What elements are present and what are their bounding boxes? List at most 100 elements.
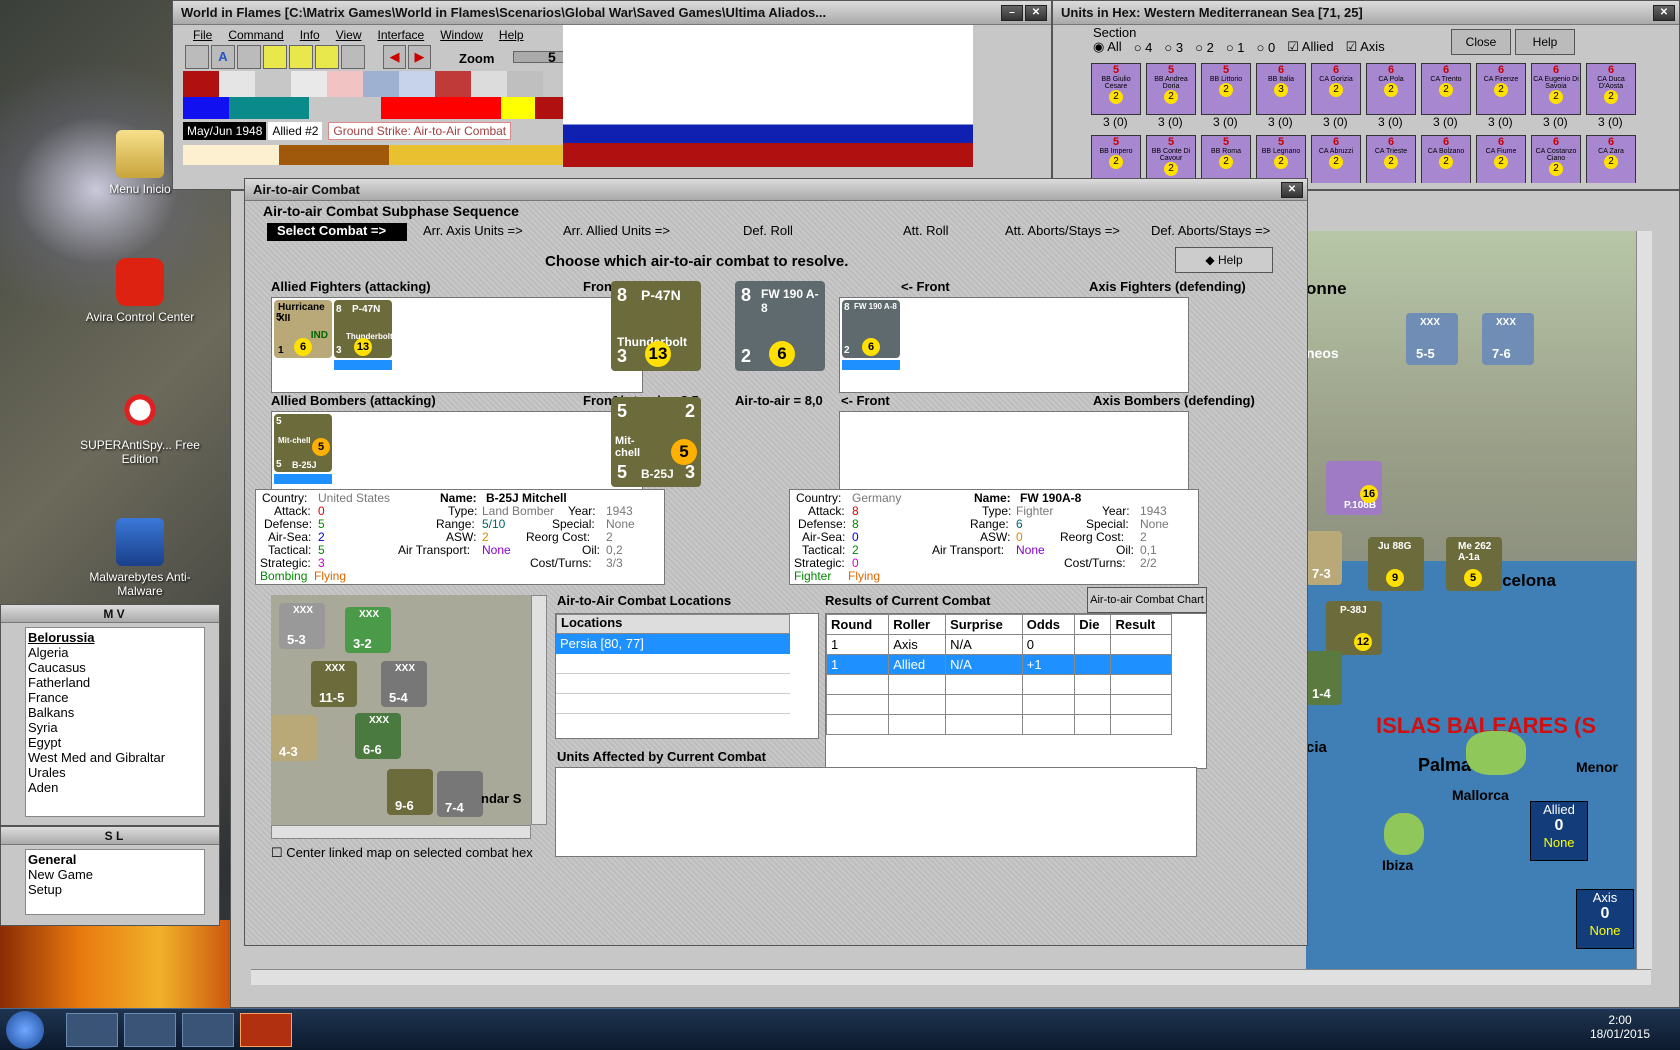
wif-taskbar-icon[interactable] xyxy=(240,1013,292,1047)
map-unit[interactable]: Me 262 A-1a 5 xyxy=(1446,537,1502,591)
firefox-taskbar-icon[interactable] xyxy=(182,1013,234,1047)
minimap-unit[interactable]: XXX 5-3 xyxy=(279,603,325,649)
ship-counter[interactable]: 6 CA Duca D'Aosta 2 xyxy=(1586,63,1636,115)
ship-counter[interactable]: 6 CA Eugenio Di Savoia 2 xyxy=(1531,63,1581,115)
allied-fighter-counter[interactable]: P-47N 8 Thunderbolt 3 13 xyxy=(334,300,393,358)
close-icon[interactable]: ✕ xyxy=(1025,4,1047,21)
map-horizontal-scrollbar[interactable] xyxy=(251,969,1651,985)
minimap-horizontal-scrollbar[interactable] xyxy=(271,825,531,839)
ship-counter[interactable]: 5 BB Roma 2 xyxy=(1201,135,1251,183)
minimap-unit[interactable]: 9-6 xyxy=(387,769,433,815)
toolbar-button[interactable] xyxy=(289,45,313,69)
ship-counter[interactable]: 6 CA Fiume 2 xyxy=(1476,135,1526,183)
ship-counter[interactable]: 6 CA Trieste 2 xyxy=(1366,135,1416,183)
list-item[interactable]: Caucasus xyxy=(28,660,202,675)
ship-counter[interactable]: 6 CA Zara 2 xyxy=(1586,135,1636,183)
axis-checkbox[interactable]: ☑ Axis xyxy=(1346,39,1385,55)
flag-germany-icon[interactable] xyxy=(183,71,219,97)
close-icon[interactable]: ✕ xyxy=(1281,181,1303,198)
units-window-titlebar[interactable]: Units in Hex: Western Mediterranean Sea … xyxy=(1053,1,1679,25)
toolbar-button[interactable] xyxy=(237,45,261,69)
allied-checkbox[interactable]: ☑ Allied xyxy=(1287,39,1333,55)
menu-help[interactable]: Help xyxy=(499,28,524,42)
list-item[interactable]: Algeria xyxy=(28,645,202,660)
ship-counter[interactable]: 5 BB Legnano 2 xyxy=(1256,135,1306,183)
list-item[interactable]: France xyxy=(28,690,202,705)
front-axis-fighter-counter[interactable]: 8 FW 190 A-8 2 6 xyxy=(735,281,825,371)
air-combat-chart-button[interactable]: Air-to-air Combat Chart xyxy=(1087,587,1207,613)
ship-counter[interactable]: 6 CA Bolzano 2 xyxy=(1421,135,1471,183)
front-allied-fighter-counter[interactable]: 8 P-47N Thunderbolt 3 13 xyxy=(611,281,701,371)
minimap-unit[interactable]: XXX 5-4 xyxy=(381,661,427,707)
table-row[interactable]: 1 Allied N/A +1 xyxy=(825,654,1172,675)
mv-panel-titlebar[interactable]: M V xyxy=(1,605,219,623)
map-unit[interactable]: Ju 88G 9 xyxy=(1368,537,1424,591)
radio-3[interactable]: ○ 3 xyxy=(1164,40,1183,55)
location-row[interactable]: Persia [80, 77] xyxy=(556,634,790,654)
minimap-unit[interactable]: XXX 3-2 xyxy=(345,607,391,653)
table-row[interactable]: 1 Axis N/A 0 xyxy=(825,634,1172,655)
toolbar-button[interactable] xyxy=(315,45,339,69)
flag-icon[interactable] xyxy=(341,45,365,69)
flag-icon[interactable] xyxy=(219,71,255,97)
ship-counter[interactable]: 5 BB Impero 2 xyxy=(1091,135,1141,183)
minimap-unit[interactable]: XXX 11-5 xyxy=(311,661,357,707)
radio-all[interactable]: ◉ All xyxy=(1093,39,1122,55)
list-item[interactable]: Fatherland xyxy=(28,675,202,690)
flag-icon[interactable] xyxy=(399,71,435,97)
minimize-button[interactable]: – xyxy=(1001,4,1023,21)
toolbar-button[interactable] xyxy=(263,45,287,69)
ship-counter[interactable]: 6 CA Abruzzi 2 xyxy=(1311,135,1361,183)
main-window-titlebar[interactable]: World in Flames [C:\Matrix Games\World i… xyxy=(173,1,1051,25)
radio-1[interactable]: ○ 1 xyxy=(1226,40,1245,55)
ship-counter[interactable]: 6 CA Costanzo Ciano 2 xyxy=(1531,135,1581,183)
close-button[interactable]: Close xyxy=(1451,29,1511,55)
desktop-icon-superantispyware[interactable]: SUPERAntiSpy... Free Edition xyxy=(80,386,200,466)
help-button[interactable]: ◆ Help xyxy=(1175,247,1273,273)
list-item[interactable]: Urales xyxy=(28,765,202,780)
app-taskbar-icon[interactable] xyxy=(124,1013,176,1047)
map-unit[interactable]: XXX 7-6 xyxy=(1482,313,1534,365)
map-unit[interactable]: P.108B 16 xyxy=(1326,461,1382,515)
radio-4[interactable]: ○ 4 xyxy=(1134,40,1153,55)
menu-interface[interactable]: Interface xyxy=(378,28,425,42)
minimap-unit[interactable]: XXX 6-6 xyxy=(355,713,401,759)
close-icon[interactable]: ✕ xyxy=(1653,4,1675,21)
ship-counter[interactable]: 6 CA Gorizia 2 xyxy=(1311,63,1361,115)
list-item[interactable]: Belorussia xyxy=(28,630,202,645)
axis-fighter-counter[interactable]: FW 190 A-8 8 2 6 xyxy=(842,300,900,358)
list-item[interactable]: West Med and Gibraltar xyxy=(28,750,202,765)
map-unit[interactable]: XXX 5-5 xyxy=(1406,313,1458,365)
ship-counter[interactable]: 5 BB Conte Di Cavour 2 xyxy=(1146,135,1196,183)
help-button[interactable]: Help xyxy=(1515,29,1575,55)
menu-file[interactable]: File xyxy=(193,28,212,42)
minimap-unit[interactable]: 7-4 xyxy=(437,771,483,817)
arrow-right-icon[interactable]: ▶ xyxy=(408,45,431,69)
allied-fighters-box[interactable]: Hurricane XII IND 5 1 6 P-47N 8 Thunderb… xyxy=(271,297,643,393)
list-item[interactable]: Egypt xyxy=(28,735,202,750)
flag-usa-icon[interactable] xyxy=(435,71,471,97)
map-unit[interactable]: 1-4 xyxy=(1306,651,1342,705)
flag-icon[interactable] xyxy=(291,71,327,97)
flag-icon[interactable] xyxy=(471,71,507,97)
ship-counter[interactable]: 5 BB Andrea Doria 2 xyxy=(1146,63,1196,115)
list-item[interactable]: General xyxy=(28,852,202,867)
allied-bomber-counter[interactable]: 5 Mit-chell B-25J 5 5 xyxy=(274,414,332,472)
flag-uk-icon[interactable] xyxy=(363,71,399,97)
start-button[interactable] xyxy=(6,1011,44,1049)
map-vertical-scrollbar[interactable] xyxy=(1636,231,1652,969)
menu-window[interactable]: Window xyxy=(440,28,483,42)
desktop-icon-avira[interactable]: Avira Control Center xyxy=(80,258,200,324)
flag-icon[interactable] xyxy=(255,71,291,97)
menu-command[interactable]: Command xyxy=(228,28,283,42)
ship-counter[interactable]: 6 CA Pola 2 xyxy=(1366,63,1416,115)
radio-2[interactable]: ○ 2 xyxy=(1195,40,1214,55)
list-item[interactable]: Syria xyxy=(28,720,202,735)
font-icon[interactable]: A xyxy=(211,45,235,69)
list-item[interactable]: Setup xyxy=(28,882,202,897)
list-item[interactable]: Balkans xyxy=(28,705,202,720)
toolbar-button[interactable] xyxy=(185,45,209,69)
minimap-unit[interactable]: 4-3 xyxy=(271,715,317,761)
ship-counter[interactable]: 6 CA Firenze 2 xyxy=(1476,63,1526,115)
center-linked-map-checkbox[interactable]: ☐ Center linked map on selected combat h… xyxy=(271,845,533,861)
